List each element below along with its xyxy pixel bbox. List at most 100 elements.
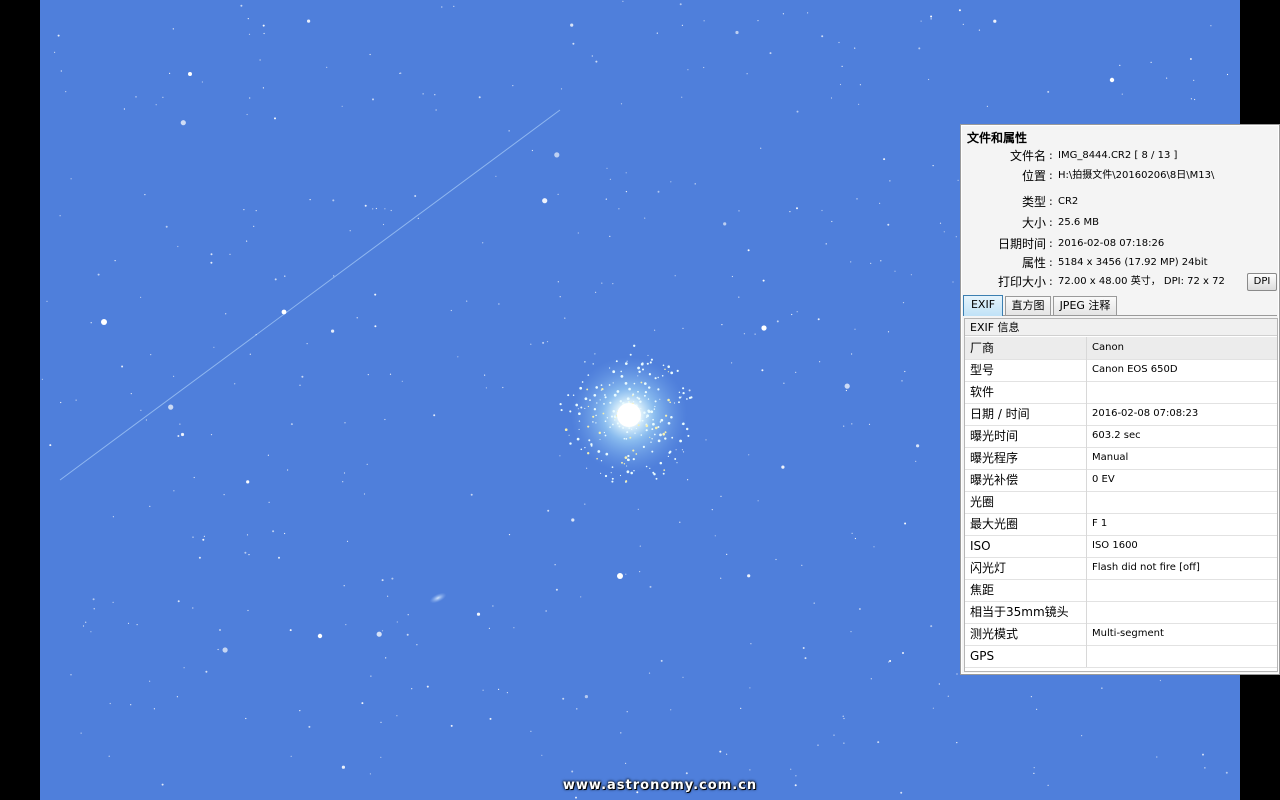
star	[584, 503, 586, 505]
bright-star	[281, 309, 287, 315]
cluster-star	[645, 465, 648, 468]
cluster-star	[584, 446, 586, 449]
star	[843, 742, 845, 744]
cluster-star	[638, 397, 641, 400]
table-row[interactable]: 最大光圈 F 1	[965, 513, 1277, 536]
star	[234, 383, 236, 385]
cluster-star	[614, 419, 616, 421]
table-row[interactable]: 曝光程序 Manual	[965, 447, 1277, 470]
star	[108, 755, 110, 757]
star	[843, 425, 845, 427]
star	[851, 532, 853, 534]
table-row[interactable]: 闪光灯 Flash did not fire [off]	[965, 557, 1277, 580]
star	[817, 318, 820, 321]
star	[331, 329, 335, 333]
star	[82, 625, 85, 627]
cluster-star	[619, 400, 622, 403]
cluster-star	[614, 416, 617, 419]
cluster-star	[637, 366, 640, 370]
table-row[interactable]: 光圈	[965, 491, 1277, 514]
star	[435, 109, 437, 111]
exif-value: Manual	[1092, 452, 1129, 463]
bright-star	[1109, 77, 1115, 83]
table-row[interactable]: 厂商 Canon	[965, 337, 1277, 360]
star	[54, 51, 56, 53]
cluster-star	[649, 467, 651, 470]
table-row[interactable]: 测光模式 Multi-segment	[965, 623, 1277, 646]
star	[956, 673, 958, 675]
star	[747, 574, 751, 578]
cluster-star	[589, 399, 591, 401]
table-row[interactable]: 焦距	[965, 579, 1277, 602]
star	[121, 365, 124, 368]
cluster-star	[579, 386, 583, 390]
table-row[interactable]: 日期 / 时间 2016-02-08 07:08:23	[965, 403, 1277, 426]
cluster-star	[609, 367, 611, 369]
star	[389, 373, 392, 375]
star	[127, 622, 130, 625]
prop-value: 2016-02-08 07:18:26	[1058, 238, 1165, 249]
tab-jpeg-comment[interactable]: JPEG 注释	[1053, 296, 1117, 315]
table-row[interactable]: 软件	[965, 381, 1277, 404]
star	[382, 223, 385, 226]
cluster-star	[659, 398, 661, 400]
cluster-star	[654, 426, 658, 430]
cluster-star	[645, 429, 648, 432]
exif-table[interactable]: EXIF 信息 厂商 Canon 型号 Canon EOS 650D 软件 日期 / 时间…	[964, 318, 1278, 672]
table-row[interactable]: 相当于35mm镜头	[965, 601, 1277, 624]
star	[757, 500, 759, 502]
star	[859, 84, 862, 86]
cluster-star	[578, 420, 581, 422]
prop-label: 文件名	[1009, 149, 1046, 163]
exif-value: Canon EOS 650D	[1092, 364, 1178, 375]
cluster-star	[603, 403, 605, 405]
star	[1194, 98, 1196, 101]
star	[343, 472, 346, 474]
table-row[interactable]: 曝光补偿 0 EV	[965, 469, 1277, 492]
cluster-star	[659, 421, 662, 423]
tab-histogram[interactable]: 直方图	[1005, 296, 1051, 315]
star	[760, 147, 762, 149]
star	[902, 302, 905, 304]
star	[162, 96, 164, 98]
cluster-star	[637, 375, 639, 377]
star	[726, 753, 728, 755]
star	[854, 47, 856, 49]
star	[783, 382, 785, 384]
cluster-star	[627, 401, 630, 404]
star	[247, 609, 249, 612]
star	[620, 732, 622, 734]
prop-label: 打印大小	[997, 275, 1046, 289]
star	[877, 741, 880, 744]
cluster-star	[633, 344, 636, 347]
star	[345, 624, 347, 626]
cluster-star	[588, 439, 591, 442]
table-row[interactable]: 曝光时间 603.2 sec	[965, 425, 1277, 448]
star	[262, 24, 265, 27]
star	[625, 762, 627, 765]
star	[222, 647, 228, 653]
star	[476, 612, 481, 616]
star	[1226, 73, 1229, 76]
cluster-star	[653, 472, 656, 476]
star	[560, 88, 563, 90]
exif-key: ISO	[965, 535, 1087, 557]
star	[450, 309, 452, 312]
star	[887, 223, 890, 226]
star	[341, 105, 343, 107]
exif-value: 2016-02-08 07:08:23	[1092, 408, 1199, 419]
cluster-star	[644, 390, 648, 394]
star	[361, 702, 364, 705]
star	[306, 343, 308, 345]
tab-exif[interactable]: EXIF	[963, 295, 1003, 316]
table-row[interactable]: 型号 Canon EOS 650D	[965, 359, 1277, 382]
star	[203, 535, 205, 537]
dpi-button[interactable]: DPI	[1247, 273, 1277, 291]
star	[796, 207, 798, 210]
star	[381, 579, 384, 582]
star	[930, 625, 933, 628]
star	[842, 715, 844, 717]
star	[217, 648, 219, 651]
table-row[interactable]: GPS	[965, 645, 1277, 668]
table-row[interactable]: ISO ISO 1600	[965, 535, 1277, 558]
